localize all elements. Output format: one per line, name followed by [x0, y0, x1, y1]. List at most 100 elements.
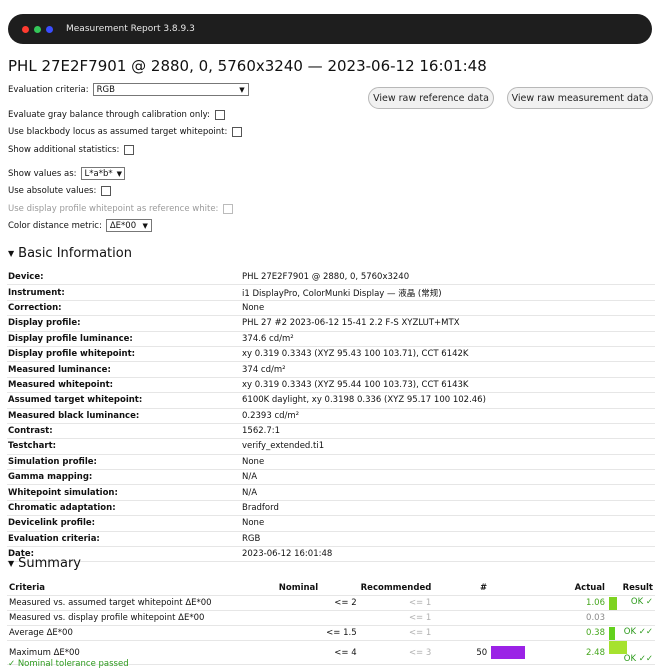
show-values-select[interactable]: L*a*b* ▼ — [80, 167, 125, 180]
actual-bar — [608, 641, 627, 654]
info-key: Measured black luminance: — [7, 408, 241, 424]
info-value: verify_extended.ti1 — [241, 438, 655, 455]
info-row: Measured luminance: 374 cd/m² — [7, 361, 655, 378]
page-title: PHL 27E2F7901 @ 2880, 0, 5760x3240 — 202… — [8, 57, 487, 75]
color-distance-select[interactable]: ΔE*00 ▼ — [105, 219, 152, 232]
show-values-option: Show values as: L*a*b* ▼ — [8, 167, 125, 180]
chevron-down-icon: ▼ — [239, 85, 245, 94]
summary-count-bar-cell — [489, 595, 538, 611]
info-value: PHL 27 #2 2023-06-12 15-41 2.2 F-S XYZLU… — [241, 315, 655, 332]
info-value: 1562.7:1 — [241, 423, 655, 440]
basic-info-table: Device: PHL 27E2F7901 @ 2880, 0, 5760x324… — [7, 270, 655, 563]
summary-actual: 1.06 — [537, 595, 607, 611]
info-value: 374.6 cd/m² — [241, 331, 655, 347]
info-key: Gamma mapping: — [7, 469, 241, 486]
window-title: Measurement Report 3.8.9.3 — [66, 24, 195, 34]
minimize-window-icon[interactable] — [34, 25, 41, 33]
info-value: None — [241, 454, 655, 471]
info-value: xy 0.319 0.3343 (XYZ 95.44 100 103.73), … — [241, 377, 655, 394]
info-value: None — [241, 515, 655, 532]
color-distance-option: Color distance metric: ΔE*00 ▼ — [8, 219, 152, 232]
gray-balance-checkbox[interactable] — [214, 110, 225, 120]
collapse-triangle-icon: ▼ — [8, 559, 15, 568]
summary-recommended: <= 1 — [358, 610, 434, 626]
actual-bar — [608, 596, 617, 610]
info-key: Display profile luminance: — [7, 331, 241, 347]
info-row: Simulation profile: None — [7, 454, 655, 471]
summary-result: OK ✓✓ — [623, 654, 653, 664]
show-values-label: Show values as: — [8, 168, 77, 179]
info-row: Correction: None — [7, 300, 655, 317]
info-row: Evaluation criteria: RGB — [7, 531, 655, 548]
summary-count — [433, 625, 490, 641]
info-row: Display profile: PHL 27 #2 2023-06-12 15-… — [7, 315, 655, 332]
close-window-icon[interactable] — [22, 25, 29, 33]
summary-result-cell: OK ✓ — [606, 595, 655, 611]
info-key: Simulation profile: — [7, 454, 241, 471]
color-distance-value: ΔE*00 — [109, 220, 137, 231]
info-value: PHL 27E2F7901 @ 2880, 0, 5760x3240 — [241, 270, 655, 286]
actual-bar — [608, 626, 615, 640]
display-profile-wp-checkbox — [223, 204, 234, 214]
absolute-values-label: Use absolute values: — [8, 186, 97, 196]
summary-count-bar-cell — [489, 625, 538, 641]
summary-actual: 0.38 — [537, 625, 607, 641]
recommended-header: Recommended — [358, 581, 434, 596]
blackbody-option: Use blackbody locus as assumed target wh… — [8, 127, 243, 137]
info-row: Testchart: verify_extended.ti1 — [7, 438, 655, 455]
count-bar-header — [489, 581, 538, 596]
basic-info-section-header[interactable]: ▼ Basic Information — [8, 246, 132, 261]
result-header: Result — [606, 581, 655, 596]
summary-nominal — [276, 610, 359, 626]
tolerance-footnote: ✓ Nominal tolerance passed — [8, 659, 129, 669]
summary-count: 50 — [433, 640, 490, 665]
additional-stats-label: Show additional statistics: — [8, 145, 120, 155]
nominal-header: Nominal — [276, 581, 359, 596]
actual-header: Actual — [537, 581, 607, 596]
summary-actual: 0.03 — [537, 610, 607, 626]
info-value: xy 0.319 0.3343 (XYZ 95.43 100 103.71), … — [241, 346, 655, 363]
summary-actual: 2.48 — [537, 640, 607, 665]
info-key: Chromatic adaptation: — [7, 500, 241, 517]
summary-criteria: Measured vs. display profile whitepoint … — [7, 610, 277, 626]
info-value: N/A — [241, 469, 655, 486]
title-bar: Measurement Report 3.8.9.3 — [8, 14, 652, 44]
maximize-window-icon[interactable] — [46, 25, 53, 33]
summary-count-bar-cell — [489, 610, 538, 626]
info-row: Gamma mapping: N/A — [7, 469, 655, 486]
absolute-values-checkbox[interactable] — [101, 186, 112, 196]
summary-row: Measured vs. display profile whitepoint … — [7, 610, 655, 626]
info-value: 0.2393 cd/m² — [241, 408, 655, 424]
info-value: None — [241, 300, 655, 317]
info-key: Devicelink profile: — [7, 515, 241, 532]
info-key: Correction: — [7, 300, 241, 317]
info-value: RGB — [241, 531, 655, 548]
additional-stats-checkbox[interactable] — [124, 145, 135, 155]
summary-recommended: <= 3 — [358, 640, 434, 665]
info-value: 6100K daylight, xy 0.3198 0.336 (XYZ 95.… — [241, 392, 655, 409]
info-row: Measured black luminance: 0.2393 cd/m² — [7, 408, 655, 424]
chevron-down-icon: ▼ — [116, 169, 122, 178]
summary-section-header[interactable]: ▼ Summary — [8, 556, 81, 571]
summary-result-cell: OK ✓✓ — [606, 640, 655, 665]
info-value: Bradford — [241, 500, 655, 517]
chevron-down-icon: ▼ — [142, 221, 148, 230]
summary-nominal: <= 4 — [276, 640, 359, 665]
view-raw-reference-button[interactable]: View raw reference data — [368, 87, 494, 109]
info-value: N/A — [241, 484, 655, 501]
gray-balance-label: Evaluate gray balance through calibratio… — [8, 110, 210, 120]
summary-criteria: Average ΔE*00 — [7, 625, 277, 641]
blackbody-label: Use blackbody locus as assumed target wh… — [8, 127, 228, 137]
display-profile-wp-label: Use display profile whitepoint as refere… — [8, 204, 219, 214]
summary-count-bar-cell — [489, 640, 538, 665]
criteria-header: Criteria — [7, 581, 277, 596]
info-row: Display profile luminance: 374.6 cd/m² — [7, 331, 655, 347]
view-raw-measurement-button[interactable]: View raw measurement data — [507, 87, 653, 109]
show-values-value: L*a*b* — [84, 168, 113, 179]
info-key: Display profile whitepoint: — [7, 346, 241, 363]
info-key: Whitepoint simulation: — [7, 484, 241, 501]
evaluation-criteria-select[interactable]: RGB ▼ — [92, 83, 249, 96]
info-key: Display profile: — [7, 315, 241, 332]
blackbody-checkbox[interactable] — [232, 127, 243, 137]
summary-criteria: Measured vs. assumed target whitepoint Δ… — [7, 595, 277, 611]
